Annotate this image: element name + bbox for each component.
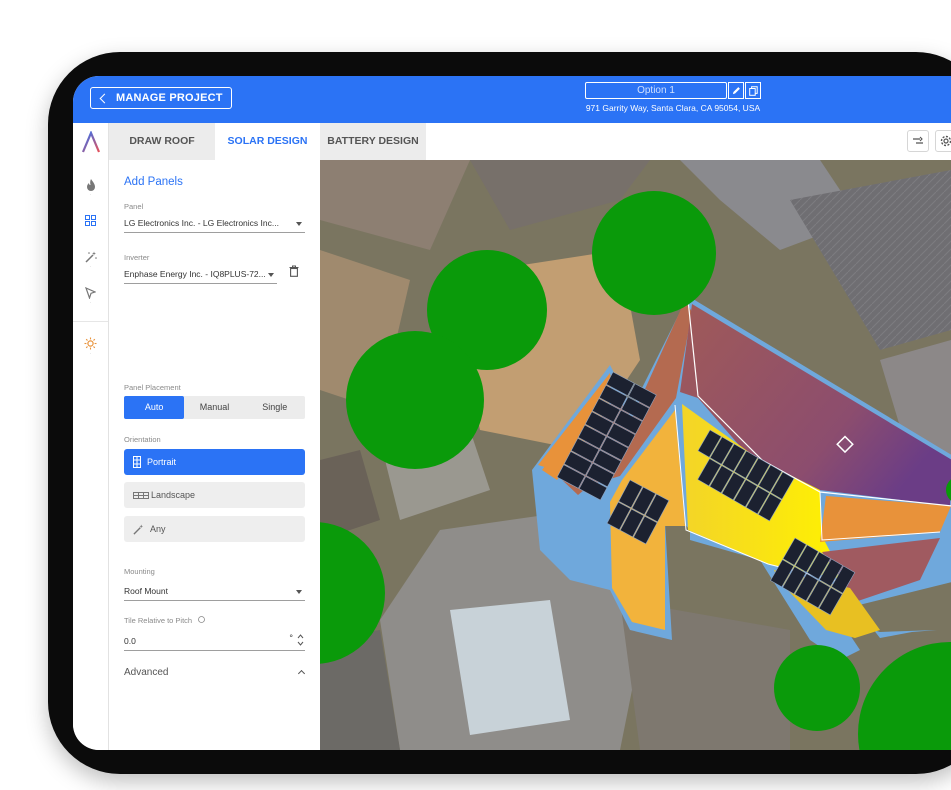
option-name-field[interactable]: Option 1 xyxy=(585,82,727,99)
magic-wand-icon xyxy=(133,523,144,535)
panel-select[interactable]: LG Electronics Inc. - LG Electronics Inc… xyxy=(124,216,305,233)
mounting-select[interactable]: Roof Mount xyxy=(124,584,305,601)
rail-tiny-dot: · xyxy=(89,300,92,305)
edit-option-button[interactable] xyxy=(728,82,744,99)
rail-item-sun[interactable]: · xyxy=(73,337,108,356)
orientation-portrait-button[interactable]: Portrait xyxy=(124,449,305,475)
placement-segmented-control: Auto Manual Single xyxy=(124,396,305,419)
tree[interactable] xyxy=(774,645,860,731)
tilt-input[interactable]: 0.0 ° xyxy=(124,633,305,651)
orientation-any-button[interactable]: Any xyxy=(124,516,305,542)
tilt-label: Tile Relative to Pitch xyxy=(124,616,206,625)
info-icon xyxy=(198,616,206,625)
app-screen: MANAGE PROJECT Option 1 971 Garrity Way,… xyxy=(73,76,951,750)
rail-tiny-dot: · xyxy=(89,192,92,197)
placement-single-button[interactable]: Single xyxy=(245,396,305,419)
design-map-canvas[interactable] xyxy=(320,160,951,750)
mounting-label: Mounting xyxy=(124,567,155,576)
landscape-panels-icon xyxy=(133,491,149,499)
rail-tiny-dot: · xyxy=(89,264,92,269)
shading-icon xyxy=(913,136,923,144)
rail-item-auto-design[interactable]: · xyxy=(73,251,108,269)
tool-rail: · · · · · xyxy=(73,123,109,750)
tab-solar-design[interactable]: SOLAR DESIGN xyxy=(215,123,320,160)
shading-tool-button[interactable] xyxy=(907,130,929,152)
portrait-panels-icon xyxy=(133,456,141,468)
tab-draw-roof[interactable]: DRAW ROOF xyxy=(109,123,215,160)
stepper-arrows-icon xyxy=(297,634,304,646)
tilt-label-text: Tile Relative to Pitch xyxy=(124,616,193,625)
fire-icon xyxy=(86,179,95,191)
orientation-portrait-label: Portrait xyxy=(147,457,177,467)
project-address: 971 Garrity Way, Santa Clara, CA 95054, … xyxy=(585,103,761,113)
copy-icon xyxy=(748,85,758,96)
pencil-icon xyxy=(732,87,740,95)
design-tabs: DRAW ROOF SOLAR DESIGN BATTERY DESIGN xyxy=(109,123,951,161)
magic-wand-icon xyxy=(84,251,97,263)
inverter-select[interactable]: Enphase Energy Inc. - IQ8PLUS-72... xyxy=(124,267,277,284)
tilt-value: 0.0 xyxy=(124,636,136,646)
panel-select-value: LG Electronics Inc. - LG Electronics Inc… xyxy=(124,218,279,228)
trash-icon xyxy=(289,265,299,277)
orientation-label: Orientation xyxy=(124,435,161,444)
tab-battery-design[interactable]: BATTERY DESIGN xyxy=(320,123,426,160)
orientation-landscape-button[interactable]: Landscape xyxy=(124,482,305,508)
advanced-section-toggle[interactable]: Advanced xyxy=(124,667,168,678)
sun-icon xyxy=(84,337,97,350)
aerial-map[interactable] xyxy=(320,160,951,750)
chevron-up-icon[interactable] xyxy=(297,669,306,678)
chevron-down-icon xyxy=(268,273,274,277)
chevron-down-icon xyxy=(296,222,302,226)
neighbor-roof xyxy=(450,600,570,735)
placement-manual-button[interactable]: Manual xyxy=(184,396,244,419)
tree[interactable] xyxy=(592,191,716,315)
placement-auto-button[interactable]: Auto xyxy=(124,396,185,419)
panel-grid-icon xyxy=(85,215,96,226)
inverter-select-value: Enphase Energy Inc. - IQ8PLUS-72... xyxy=(124,269,266,279)
rail-item-select[interactable]: · xyxy=(73,287,108,305)
panel-title: Add Panels xyxy=(124,176,183,188)
cursor-arrow-icon xyxy=(85,287,96,299)
rail-tiny-dot: · xyxy=(89,351,92,356)
panel-label: Panel xyxy=(124,202,144,211)
mounting-select-value: Roof Mount xyxy=(124,586,168,596)
rail-tiny-dot: · xyxy=(89,227,92,232)
manage-project-label: MANAGE PROJECT xyxy=(116,92,223,104)
placement-label: Panel Placement xyxy=(124,383,181,392)
gear-icon xyxy=(940,135,951,147)
logo-icon xyxy=(81,131,100,153)
orientation-any-label: Any xyxy=(150,524,166,534)
tree[interactable] xyxy=(346,331,484,469)
rail-item-panels[interactable]: · xyxy=(73,215,108,232)
copy-option-button[interactable] xyxy=(745,82,761,99)
manage-project-button[interactable]: MANAGE PROJECT xyxy=(90,87,232,109)
chevron-down-icon xyxy=(296,590,302,594)
inverter-label: Inverter xyxy=(124,253,150,262)
rail-divider xyxy=(73,321,108,322)
rail-item-fire[interactable]: · xyxy=(73,179,108,197)
delete-inverter-button[interactable] xyxy=(289,264,299,282)
chevron-left-icon xyxy=(99,93,110,103)
tilt-unit: ° xyxy=(289,633,293,643)
tilt-stepper[interactable] xyxy=(297,633,304,651)
app-logo xyxy=(73,131,108,153)
add-panels-sidebar: Add Panels Panel LG Electronics Inc. - L… xyxy=(109,160,320,750)
orientation-landscape-label: Landscape xyxy=(151,490,196,500)
settings-button[interactable] xyxy=(935,130,951,152)
top-bar: MANAGE PROJECT Option 1 971 Garrity Way,… xyxy=(73,76,951,123)
